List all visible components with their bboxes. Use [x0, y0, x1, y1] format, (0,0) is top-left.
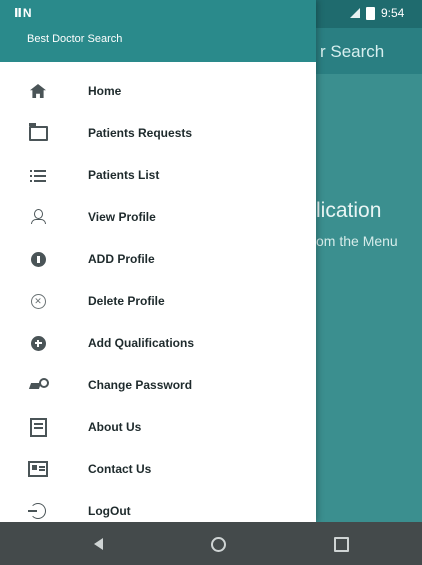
menu-item-view-profile[interactable]: View Profile: [0, 196, 316, 238]
menu-item-label: ADD Profile: [88, 252, 155, 266]
menu-item-label: Contact Us: [88, 462, 152, 476]
drawer-header: ⅡN Best Doctor Search: [0, 0, 316, 62]
menu-item-label: Home: [88, 84, 122, 98]
folder-icon: [28, 122, 48, 143]
menu-item-change-password[interactable]: Change Password: [0, 364, 316, 406]
menu-item-label: View Profile: [88, 210, 156, 224]
recent-apps-button[interactable]: [329, 532, 353, 556]
menu-item-label: Delete Profile: [88, 294, 165, 308]
home-icon: [28, 81, 48, 101]
battery-icon: [366, 6, 375, 20]
drawer-title: Best Doctor Search: [27, 33, 123, 45]
key-icon: [28, 375, 49, 395]
menu-item-contact-us[interactable]: Contact Us: [0, 448, 316, 490]
list-icon: [28, 165, 48, 185]
menu-item-label: Add Qualifications: [88, 336, 195, 350]
menu-item-patients-requests[interactable]: Patients Requests: [0, 112, 316, 154]
logout-icon: [28, 501, 48, 521]
menu-item-home[interactable]: Home: [0, 70, 316, 112]
drawer-menu: Home Patients Requests Patients List Vie…: [0, 70, 316, 532]
home-circle-icon: [210, 536, 226, 552]
app-toolbar-title: r Search: [320, 42, 385, 61]
menu-item-add-profile[interactable]: ADD Profile: [0, 238, 316, 280]
menu-item-label: Patients Requests: [88, 126, 193, 140]
contact-card-icon: [28, 459, 48, 479]
menu-item-label: Patients List: [88, 168, 160, 182]
cancel-icon: ✕: [28, 291, 48, 311]
status-indicators: 9:54: [350, 6, 404, 20]
app-subtext: om the Menu: [316, 233, 398, 249]
menu-item-label: About Us: [88, 420, 142, 434]
back-button[interactable]: [86, 532, 110, 556]
app-heading: lication: [316, 199, 382, 222]
add-circle-icon: [28, 333, 48, 353]
status-time: 9:54: [381, 6, 405, 20]
system-navigation-bar: [0, 522, 422, 565]
home-button[interactable]: [206, 532, 230, 556]
navigation-drawer: ⅡN Best Doctor Search Home Patients Requ…: [0, 0, 316, 522]
menu-item-label: LogOut: [88, 504, 131, 518]
status-left-icons: ⅡN: [14, 6, 33, 20]
menu-item-delete-profile[interactable]: ✕ Delete Profile: [0, 280, 316, 322]
menu-item-about-us[interactable]: About Us: [0, 406, 316, 448]
info-icon: [28, 249, 48, 269]
signal-icon: [350, 8, 360, 18]
book-icon: [28, 417, 48, 437]
menu-item-label: Change Password: [88, 378, 193, 392]
menu-item-patients-list[interactable]: Patients List: [0, 154, 316, 196]
person-icon: [28, 207, 48, 227]
recent-square-icon: [333, 536, 349, 552]
menu-item-add-qualifications[interactable]: Add Qualifications: [0, 322, 316, 364]
back-triangle-icon: [93, 538, 103, 550]
